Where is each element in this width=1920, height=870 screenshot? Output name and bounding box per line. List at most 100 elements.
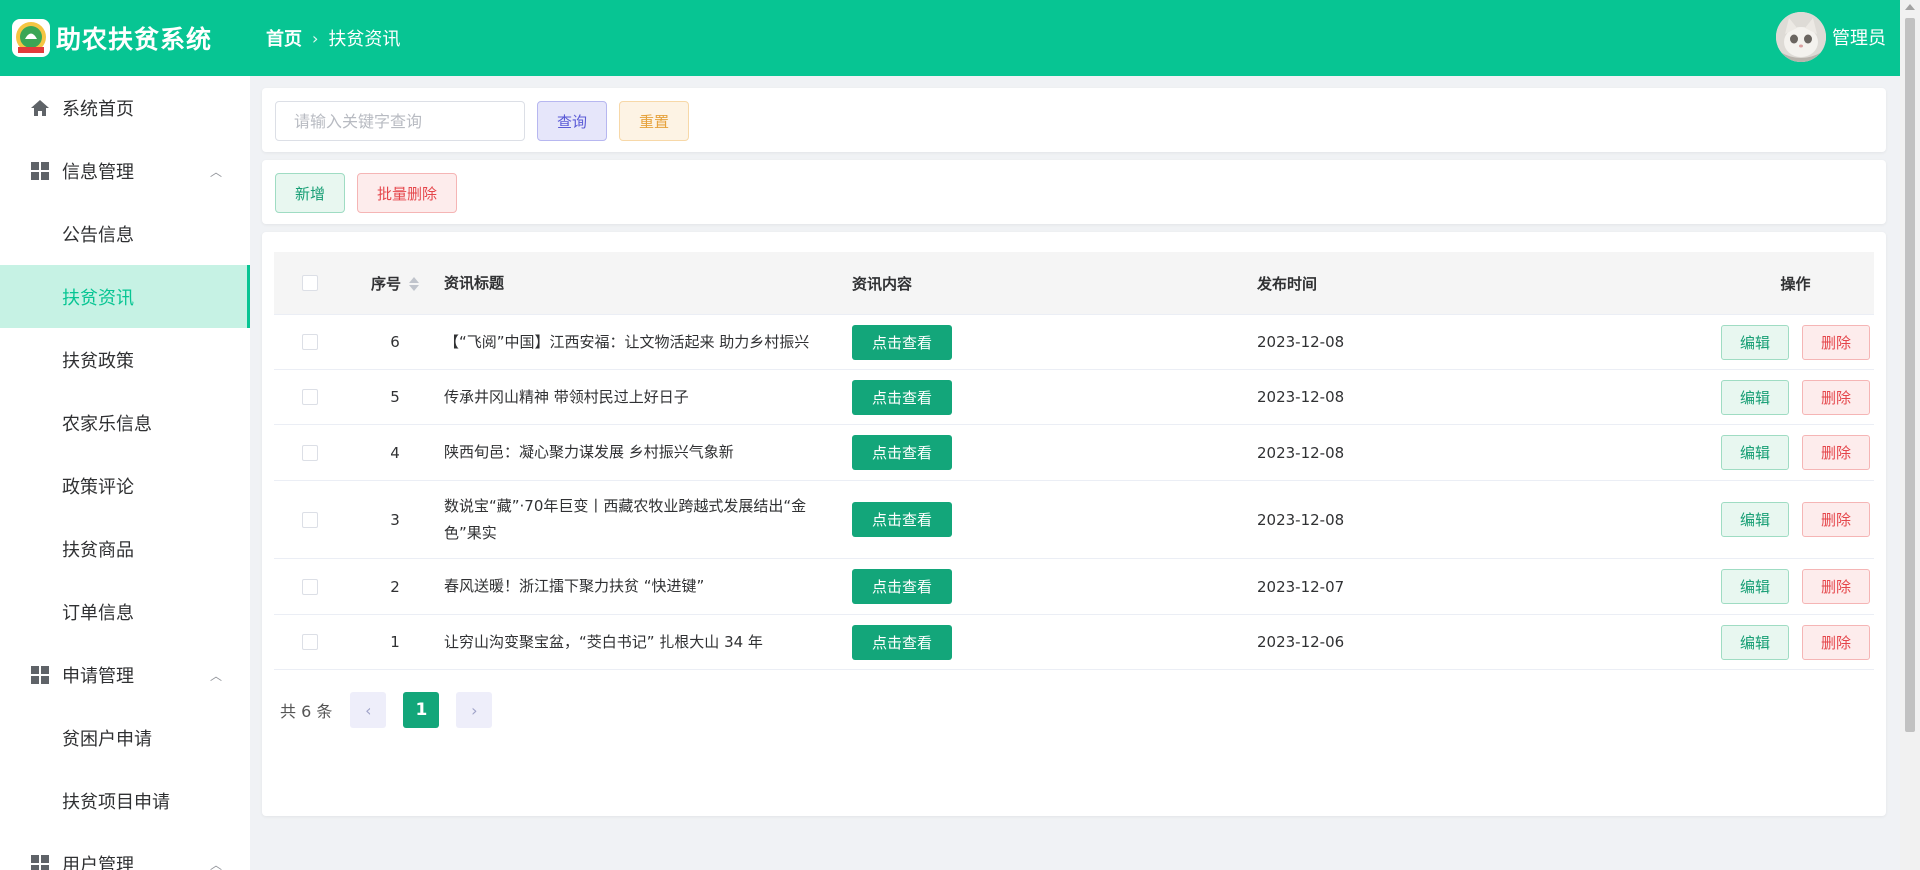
table-row: 1 让穷山沟变聚宝盆，“茭白书记” 扎根大山 34 年 点击查看 2023-12…: [274, 615, 1874, 670]
grid-icon: [30, 854, 50, 870]
sidebar-item-home[interactable]: 系统首页: [0, 76, 250, 139]
user-menu[interactable]: 管理员: [1776, 12, 1886, 62]
edit-button[interactable]: 编辑: [1721, 569, 1789, 604]
select-all-checkbox[interactable]: [302, 275, 318, 291]
chevron-up-icon: ︿: [209, 858, 222, 870]
sidebar-group-label: 信息管理: [62, 161, 134, 183]
user-name[interactable]: 管理员: [1832, 24, 1886, 50]
edit-button[interactable]: 编辑: [1721, 379, 1789, 415]
app-title: 助农扶贫系统: [56, 25, 213, 54]
top-header: 助农扶贫系统 首页 › 扶贫资讯 管理员: [0, 0, 1900, 76]
table-row: 6 【“飞阅”中国】江西安福：让文物活起来 助力乡村振兴 点击查看 2023-1…: [274, 315, 1874, 370]
breadcrumb-separator-icon: ›: [312, 28, 319, 48]
row-time: 2023-12-08: [1257, 388, 1345, 406]
row-title: 春风送暖！浙江擂下聚力扶贫 “快进键”: [444, 577, 705, 595]
sidebar-group-application-management[interactable]: 申请管理 ︿: [0, 643, 250, 706]
row-time: 2023-12-08: [1257, 443, 1345, 462]
row-index: 1: [390, 633, 400, 651]
row-index: 5: [390, 388, 400, 406]
table-row: 4 陕西旬邑：凝心聚力谋发展 乡村振兴气象新 点击查看 2023-12-08 编…: [274, 425, 1874, 481]
search-bar: 查询 重置: [262, 88, 1886, 152]
page-number-current[interactable]: 1: [403, 692, 440, 728]
sidebar-item-project-apply[interactable]: 扶贫项目申请: [0, 769, 250, 832]
chevron-up-icon: ︿: [209, 669, 222, 683]
row-index: 4: [390, 443, 400, 462]
news-table-card: 序号 资讯标题 资讯内容 发布时间 操作 6 【“飞阅”中国】江西安福：让文物活…: [262, 232, 1886, 816]
table-row: 5 传承井冈山精神 带领村民过上好日子 点击查看 2023-12-08 编辑 删除: [274, 370, 1874, 425]
row-checkbox[interactable]: [302, 578, 318, 595]
edit-button[interactable]: 编辑: [1721, 324, 1789, 360]
sidebar-group-label: 用户管理: [62, 854, 134, 870]
scrollbar-thumb[interactable]: [1905, 18, 1915, 732]
row-time: 2023-12-07: [1257, 577, 1345, 596]
sidebar-group-info-management[interactable]: 信息管理 ︿: [0, 139, 250, 202]
chevron-right-icon[interactable]: ›: [456, 692, 493, 728]
view-content-button[interactable]: 点击查看: [852, 435, 952, 470]
brand[interactable]: 助农扶贫系统: [12, 19, 212, 57]
chevron-left-icon[interactable]: ‹: [350, 692, 387, 728]
row-index: 6: [390, 333, 400, 351]
delete-button[interactable]: 删除: [1802, 379, 1870, 415]
delete-button[interactable]: 删除: [1802, 435, 1870, 470]
scroll-up-arrow-icon[interactable]: [1905, 4, 1915, 10]
sidebar-group-user-management[interactable]: 用户管理 ︿: [0, 832, 250, 870]
view-content-button[interactable]: 点击查看: [852, 324, 952, 360]
cat-avatar-icon[interactable]: [1776, 12, 1826, 62]
action-bar: 新增 批量删除: [262, 160, 1886, 224]
home-icon: [30, 98, 50, 118]
grid-icon: [30, 665, 50, 685]
sidebar-item-notices[interactable]: 公告信息: [0, 202, 250, 265]
reset-button[interactable]: 重置: [619, 101, 689, 141]
edit-button[interactable]: 编辑: [1721, 624, 1789, 660]
sidebar-item-orders[interactable]: 订单信息: [0, 580, 250, 643]
breadcrumb-current: 扶贫资讯: [328, 29, 401, 50]
time-header: 发布时间: [1257, 274, 1318, 293]
delete-button[interactable]: 删除: [1802, 324, 1870, 360]
row-title: 【“飞阅”中国】江西安福：让文物活起来 助力乡村振兴: [444, 332, 810, 351]
row-title: 让穷山沟变聚宝盆，“茭白书记” 扎根大山 34 年: [444, 632, 763, 651]
sidebar-item-products[interactable]: 扶贫商品: [0, 517, 250, 580]
app-logo-icon: [12, 19, 50, 57]
row-checkbox[interactable]: [302, 444, 318, 461]
view-content-button[interactable]: 点击查看: [852, 569, 952, 604]
row-checkbox[interactable]: [302, 334, 318, 350]
view-content-button[interactable]: 点击查看: [852, 502, 952, 537]
row-checkbox[interactable]: [302, 389, 318, 405]
edit-button[interactable]: 编辑: [1721, 435, 1789, 470]
row-index: 2: [390, 577, 400, 596]
view-content-button[interactable]: 点击查看: [852, 379, 952, 415]
sidebar-item-policy-comments[interactable]: 政策评论: [0, 454, 250, 517]
index-header[interactable]: 序号: [346, 273, 444, 294]
row-checkbox[interactable]: [302, 511, 318, 528]
row-title: 陕西旬邑：凝心聚力谋发展 乡村振兴气象新: [444, 443, 734, 461]
delete-button[interactable]: 删除: [1802, 502, 1870, 537]
batch-delete-button[interactable]: 批量删除: [357, 173, 457, 213]
sidebar-group-label: 申请管理: [62, 665, 134, 687]
sidebar-item-farmhouse[interactable]: 农家乐信息: [0, 391, 250, 454]
pagination: 共 6 条 ‹ 1 ›: [280, 692, 493, 728]
breadcrumb-home[interactable]: 首页: [266, 25, 302, 51]
query-button[interactable]: 查询: [537, 101, 607, 141]
delete-button[interactable]: 删除: [1802, 624, 1870, 660]
search-input[interactable]: [275, 101, 525, 141]
add-button[interactable]: 新增: [275, 173, 345, 213]
table-header: 序号 资讯标题 资讯内容 发布时间 操作: [274, 252, 1874, 315]
delete-button[interactable]: 删除: [1802, 569, 1870, 604]
title-header: 资讯标题: [444, 273, 505, 292]
sidebar-item-poor-household-apply[interactable]: 贫困户申请: [0, 706, 250, 769]
view-content-button[interactable]: 点击查看: [852, 624, 952, 660]
table-row: 2 春风送暖！浙江擂下聚力扶贫 “快进键” 点击查看 2023-12-07 编辑…: [274, 559, 1874, 615]
page-scrollbar[interactable]: [1900, 0, 1920, 870]
sort-icon[interactable]: [409, 277, 419, 291]
pagination-total: 共 6 条: [280, 702, 333, 721]
row-time: 2023-12-06: [1257, 633, 1345, 651]
sidebar: 系统首页 信息管理 ︿ 公告信息 扶贫资讯 扶贫政策 农家乐信息 政策评论 扶贫…: [0, 76, 250, 870]
edit-button[interactable]: 编辑: [1721, 502, 1789, 537]
table-row: 3 数说宝“藏”·70年巨变丨西藏农牧业跨越式发展结出“金色”果实 点击查看 2…: [274, 481, 1874, 559]
row-time: 2023-12-08: [1257, 510, 1345, 529]
row-checkbox[interactable]: [302, 634, 318, 650]
sidebar-item-poverty-news[interactable]: 扶贫资讯: [0, 265, 250, 328]
row-title: 数说宝“藏”·70年巨变丨西藏农牧业跨越式发展结出“金色”果实: [444, 496, 807, 542]
sidebar-item-poverty-policy[interactable]: 扶贫政策: [0, 328, 250, 391]
news-table: 序号 资讯标题 资讯内容 发布时间 操作 6 【“飞阅”中国】江西安福：让文物活…: [274, 252, 1874, 670]
